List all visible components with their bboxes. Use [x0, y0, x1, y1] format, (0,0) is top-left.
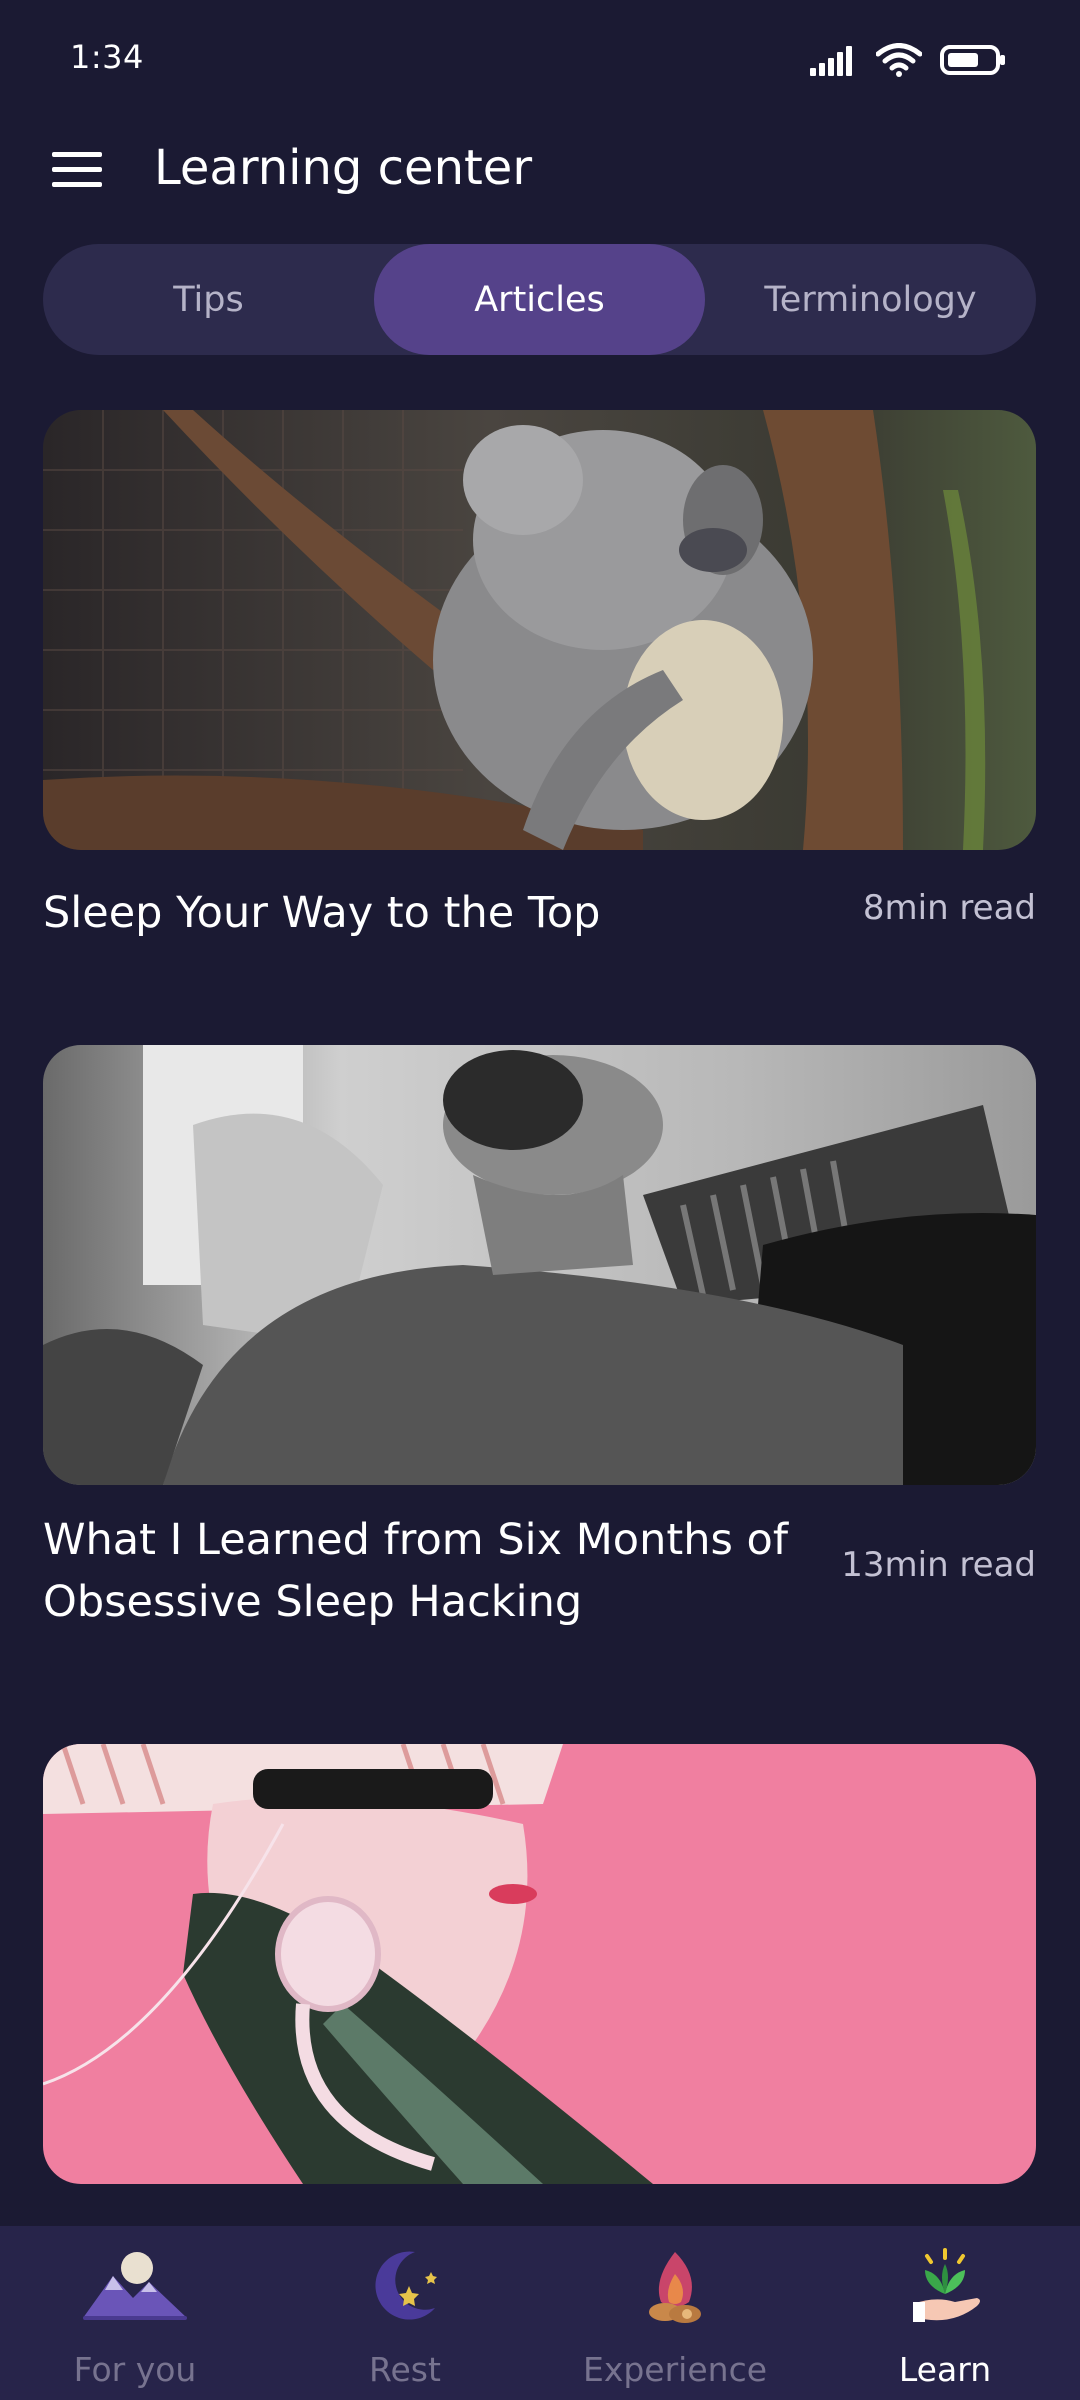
bottom-nav: For you Rest Experience Learn	[0, 2226, 1080, 2400]
article-read-time: 8min read	[862, 888, 1036, 928]
page-title: Learning center	[154, 140, 533, 196]
nav-item-learn[interactable]: Learn	[810, 2226, 1080, 2400]
status-bar: 1:34	[0, 0, 1080, 120]
article-card[interactable]: What I Learned from Six Months of Obsess…	[43, 1045, 1036, 1627]
wifi-icon	[876, 43, 922, 77]
app-header: Learning center	[0, 120, 1080, 220]
article-title: What I Learned from Six Months of Obsess…	[43, 1515, 788, 1627]
nav-item-experience[interactable]: Experience	[540, 2226, 810, 2400]
crescent-moon-stars-icon	[375, 2251, 437, 2320]
campfire-icon	[649, 2252, 701, 2323]
hamburger-menu-icon	[52, 152, 102, 187]
battery-icon	[940, 45, 1005, 75]
nav-label: Rest	[369, 2350, 441, 2389]
article-card[interactable]	[43, 1744, 1036, 2184]
article-image-man-sleeping	[43, 1045, 1036, 1485]
nav-label: Learn	[898, 2350, 992, 2389]
mountains-moon-icon	[83, 2252, 187, 2320]
hand-sprout-icon	[913, 2248, 980, 2322]
tab-tips[interactable]: Tips	[43, 244, 374, 355]
tab-articles[interactable]: Articles	[374, 244, 705, 355]
tab-terminology[interactable]: Terminology	[705, 244, 1036, 355]
status-time: 1:34	[70, 38, 144, 76]
nav-item-rest[interactable]: Rest	[270, 2226, 540, 2400]
status-icons	[810, 40, 1006, 80]
article-image-koala	[43, 410, 1036, 850]
article-image-headphones	[43, 1744, 1036, 2184]
nav-label: Experience	[582, 2350, 768, 2389]
article-card[interactable]: Sleep Your Way to the Top 8min read	[43, 410, 1036, 938]
article-title: Sleep Your Way to the Top	[43, 888, 601, 938]
menu-button[interactable]	[50, 148, 104, 192]
signal-icon	[810, 46, 852, 76]
nav-item-for-you[interactable]: For you	[0, 2226, 270, 2400]
article-read-time: 13min read	[841, 1545, 1036, 1585]
content-type-tabs: Tips Articles Terminology	[43, 244, 1036, 355]
nav-label: For you	[73, 2350, 197, 2389]
